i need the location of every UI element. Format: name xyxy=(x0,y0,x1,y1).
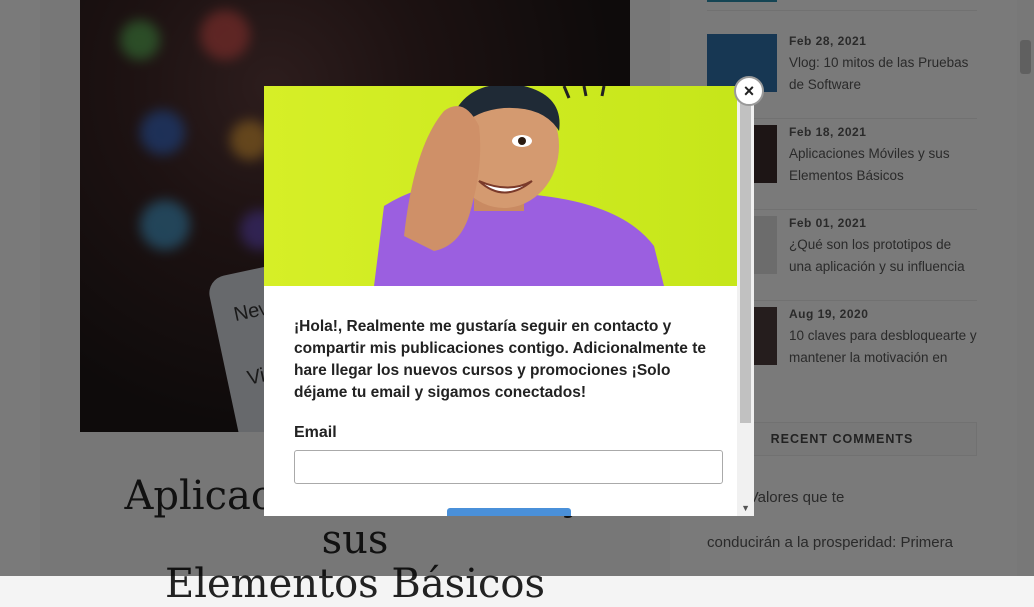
popup-header-image xyxy=(264,86,737,286)
popup-scrollbar[interactable]: ▼ xyxy=(737,86,754,516)
scroll-down-arrow-icon[interactable]: ▼ xyxy=(741,503,750,513)
email-field[interactable] xyxy=(294,450,723,484)
popup-scrollbar-thumb[interactable] xyxy=(740,98,751,423)
close-popup-button[interactable]: × xyxy=(734,76,764,106)
close-icon: × xyxy=(743,81,755,101)
person-illustration xyxy=(374,86,664,286)
subscribe-button[interactable] xyxy=(447,508,571,516)
popup-message: ¡Hola!, Realmente me gustaría seguir en … xyxy=(294,318,706,401)
email-label: Email xyxy=(294,424,337,441)
popup-body: ¡Hola!, Realmente me gustaría seguir en … xyxy=(294,316,724,484)
subscribe-popup: ¡Hola!, Realmente me gustaría seguir en … xyxy=(264,86,754,516)
